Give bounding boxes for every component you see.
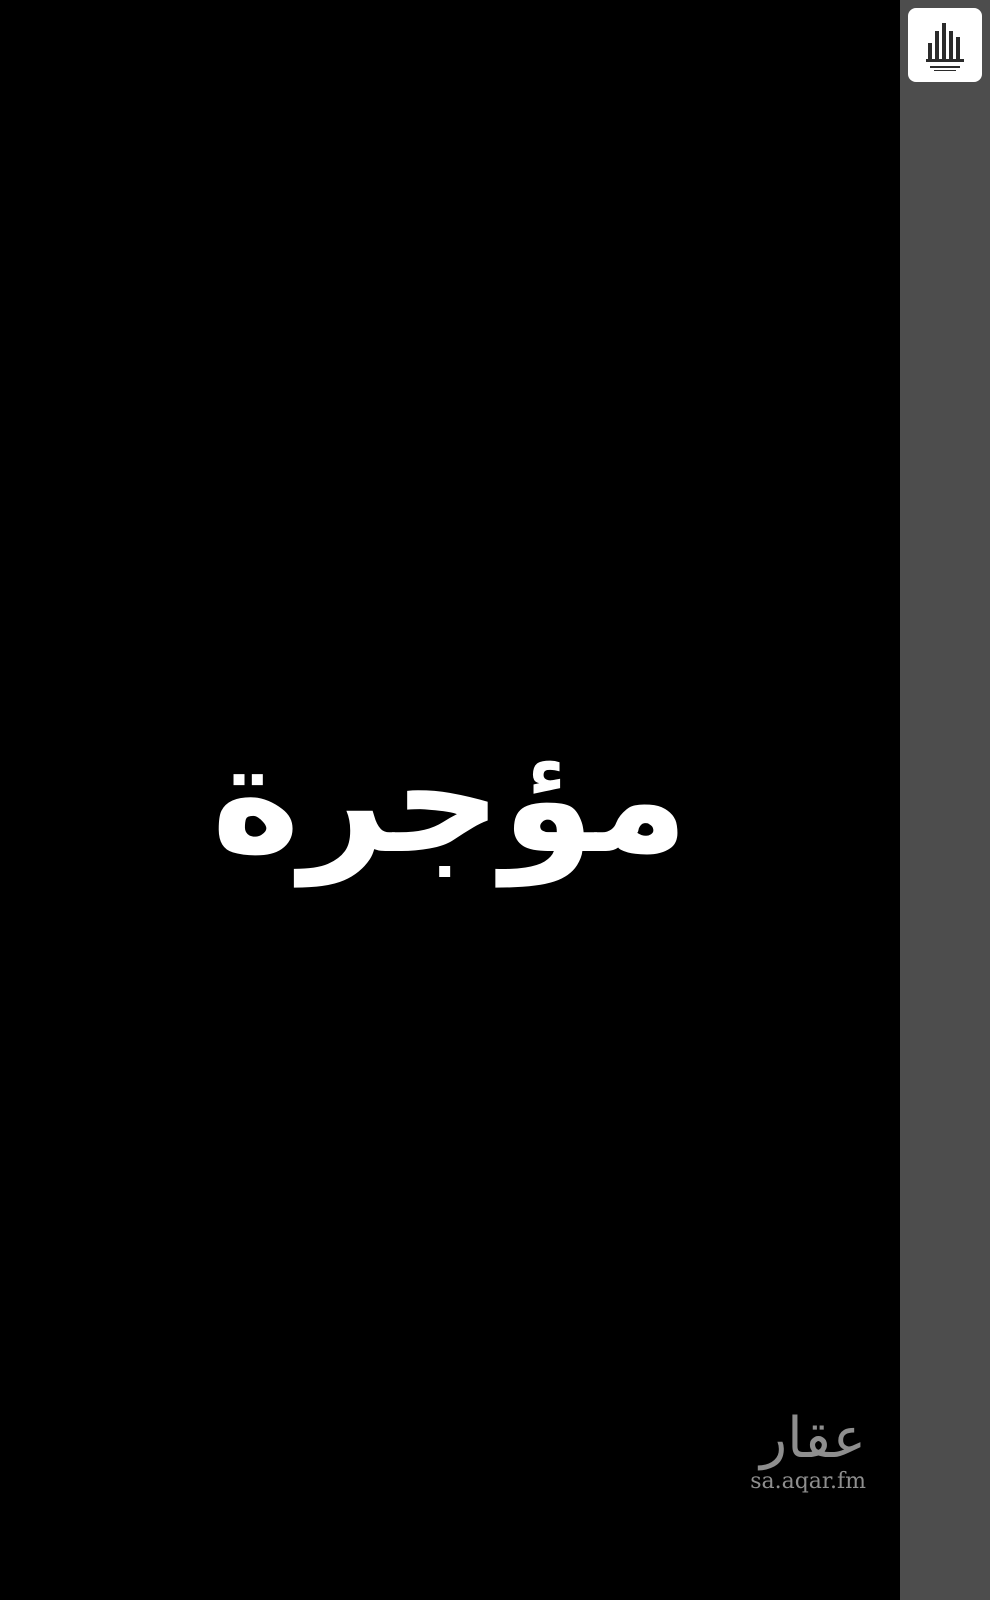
listing-image: مؤجرة عقار sa.aqar.fm — [0, 0, 990, 1600]
watermark-url: sa.aqar.fm — [750, 1469, 866, 1494]
site-watermark: عقار sa.aqar.fm — [716, 1408, 866, 1508]
watermark-arabic: عقار — [760, 1406, 866, 1471]
building-skyline-logo-icon — [926, 23, 964, 71]
status-headline: مؤجرة — [211, 713, 689, 887]
company-logo — [908, 8, 982, 82]
side-strip — [900, 0, 990, 1600]
